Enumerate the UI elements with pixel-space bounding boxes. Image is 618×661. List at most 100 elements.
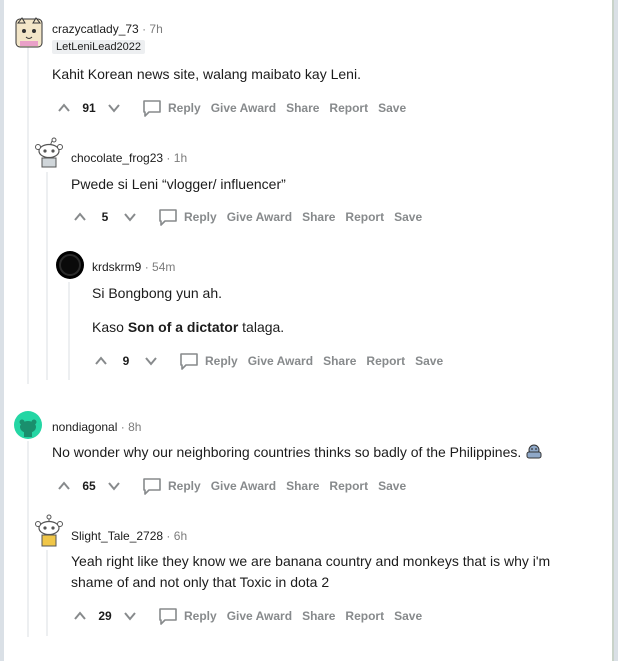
give-award-button[interactable]: Give Award [227,210,292,224]
share-button[interactable]: Share [302,210,335,224]
comment-meta: Slight_Tale_2728 · 6h [71,529,187,543]
downvote-button[interactable] [104,476,124,496]
vote-score: 5 [101,210,109,224]
comment-body-line: Si Bongbong yun ah. [92,285,222,301]
upvote-icon [58,103,70,112]
give-award-button[interactable]: Give Award [211,479,276,493]
avatar[interactable] [34,137,64,169]
downvote-button[interactable] [120,606,140,626]
downvote-icon [108,104,120,113]
username[interactable]: crazycatlady_73 [52,22,139,36]
report-button[interactable]: Report [329,479,368,493]
separator-dot: · [166,529,171,543]
share-button[interactable]: Share [323,354,356,368]
comment-actions: 91 Reply Give Award Share Report Save [54,96,406,120]
comment-meta: krdskrm9 · 54m [92,260,175,274]
thread-line[interactable] [27,47,29,384]
thread-line[interactable] [27,441,29,637]
username[interactable]: Slight_Tale_2728 [71,529,163,543]
reply-label: Reply [184,210,217,224]
upvote-button[interactable] [54,476,74,496]
share-button[interactable]: Share [286,101,319,115]
upvote-button[interactable] [70,606,90,626]
comment-actions: 9 Reply Give Award Share Report Save [91,349,443,373]
timestamp[interactable]: 6h [174,529,187,543]
give-award-button[interactable]: Give Award [248,354,313,368]
reply-icon [159,209,177,226]
reply-button[interactable]: Reply [142,99,201,117]
vote-score: 9 [122,354,130,368]
upvote-button[interactable] [70,207,90,227]
report-button[interactable]: Report [329,101,368,115]
avatar[interactable] [34,514,64,548]
thread-line[interactable] [68,282,70,380]
upvote-icon [74,212,86,221]
comment-body-line: Kaso Son of a dictator talaga. [92,317,284,338]
separator-dot: · [142,22,147,36]
timestamp[interactable]: 1h [174,151,187,165]
reply-button[interactable]: Reply [158,208,217,226]
snoo-avatar-icon [35,137,63,168]
share-button[interactable]: Share [302,609,335,623]
comment-actions: 5 Reply Give Award Share Report Save [70,205,422,229]
downvote-button[interactable] [141,351,161,371]
comment-actions: 65 Reply Give Award Share Report Save [54,474,406,498]
comment-body: Yeah right like they know we are banana … [71,553,551,590]
reply-icon [143,478,161,495]
comment-thread: crazycatlady_73 · 7h LetLeniLead2022 Kah… [4,0,614,661]
timestamp[interactable]: 7h [149,22,162,36]
save-button[interactable]: Save [394,210,422,224]
username[interactable]: chocolate_frog23 [71,151,163,165]
upvote-button[interactable] [54,98,74,118]
comment-meta: crazycatlady_73 · 7h [52,22,163,36]
username[interactable]: nondiagonal [52,420,117,434]
save-button[interactable]: Save [394,609,422,623]
comment-body: Kahit Korean news site, walang maibato k… [52,66,361,82]
thread-line[interactable] [46,172,48,380]
vote-score: 29 [98,609,112,623]
downvote-icon [124,213,136,222]
snoo-avatar-icon [19,419,37,437]
thread-line[interactable] [46,550,48,636]
timestamp[interactable]: 54m [152,260,175,274]
upvote-icon [74,611,86,620]
separator-dot: · [120,420,125,434]
reply-button[interactable]: Reply [142,477,201,495]
reply-label: Reply [168,101,201,115]
upvote-button[interactable] [91,351,111,371]
reply-button[interactable]: Reply [179,352,238,370]
save-button[interactable]: Save [378,479,406,493]
save-button[interactable]: Save [415,354,443,368]
dark-circle-avatar-icon [59,254,81,276]
report-button[interactable]: Report [366,354,405,368]
reply-button[interactable]: Reply [158,607,217,625]
vote-score: 65 [82,479,96,493]
avatar[interactable] [56,251,84,279]
reply-label: Reply [168,479,201,493]
comment-meta: chocolate_frog23 · 1h [71,151,187,165]
report-button[interactable]: Report [345,609,384,623]
downvote-button[interactable] [104,98,124,118]
downvote-icon [108,482,120,491]
vote-score: 91 [82,101,96,115]
give-award-button[interactable]: Give Award [227,609,292,623]
avatar[interactable] [14,411,42,439]
share-button[interactable]: Share [286,479,319,493]
reply-icon [143,100,161,117]
upvote-icon [58,481,70,490]
downvote-icon [145,357,157,366]
downvote-button[interactable] [120,207,140,227]
separator-dot: · [166,151,171,165]
separator-dot: · [144,260,149,274]
timestamp[interactable]: 8h [128,420,141,434]
cat-avatar-icon [15,17,43,48]
username[interactable]: krdskrm9 [92,260,141,274]
give-award-button[interactable]: Give Award [211,101,276,115]
avatar[interactable] [14,17,44,49]
comment-body: Pwede si Leni “vlogger/ influencer” [71,176,286,192]
comment-actions: 29 Reply Give Award Share Report Save [70,604,422,628]
reply-icon [180,353,198,370]
save-button[interactable]: Save [378,101,406,115]
text-segment: Kaso [92,319,128,335]
report-button[interactable]: Report [345,210,384,224]
